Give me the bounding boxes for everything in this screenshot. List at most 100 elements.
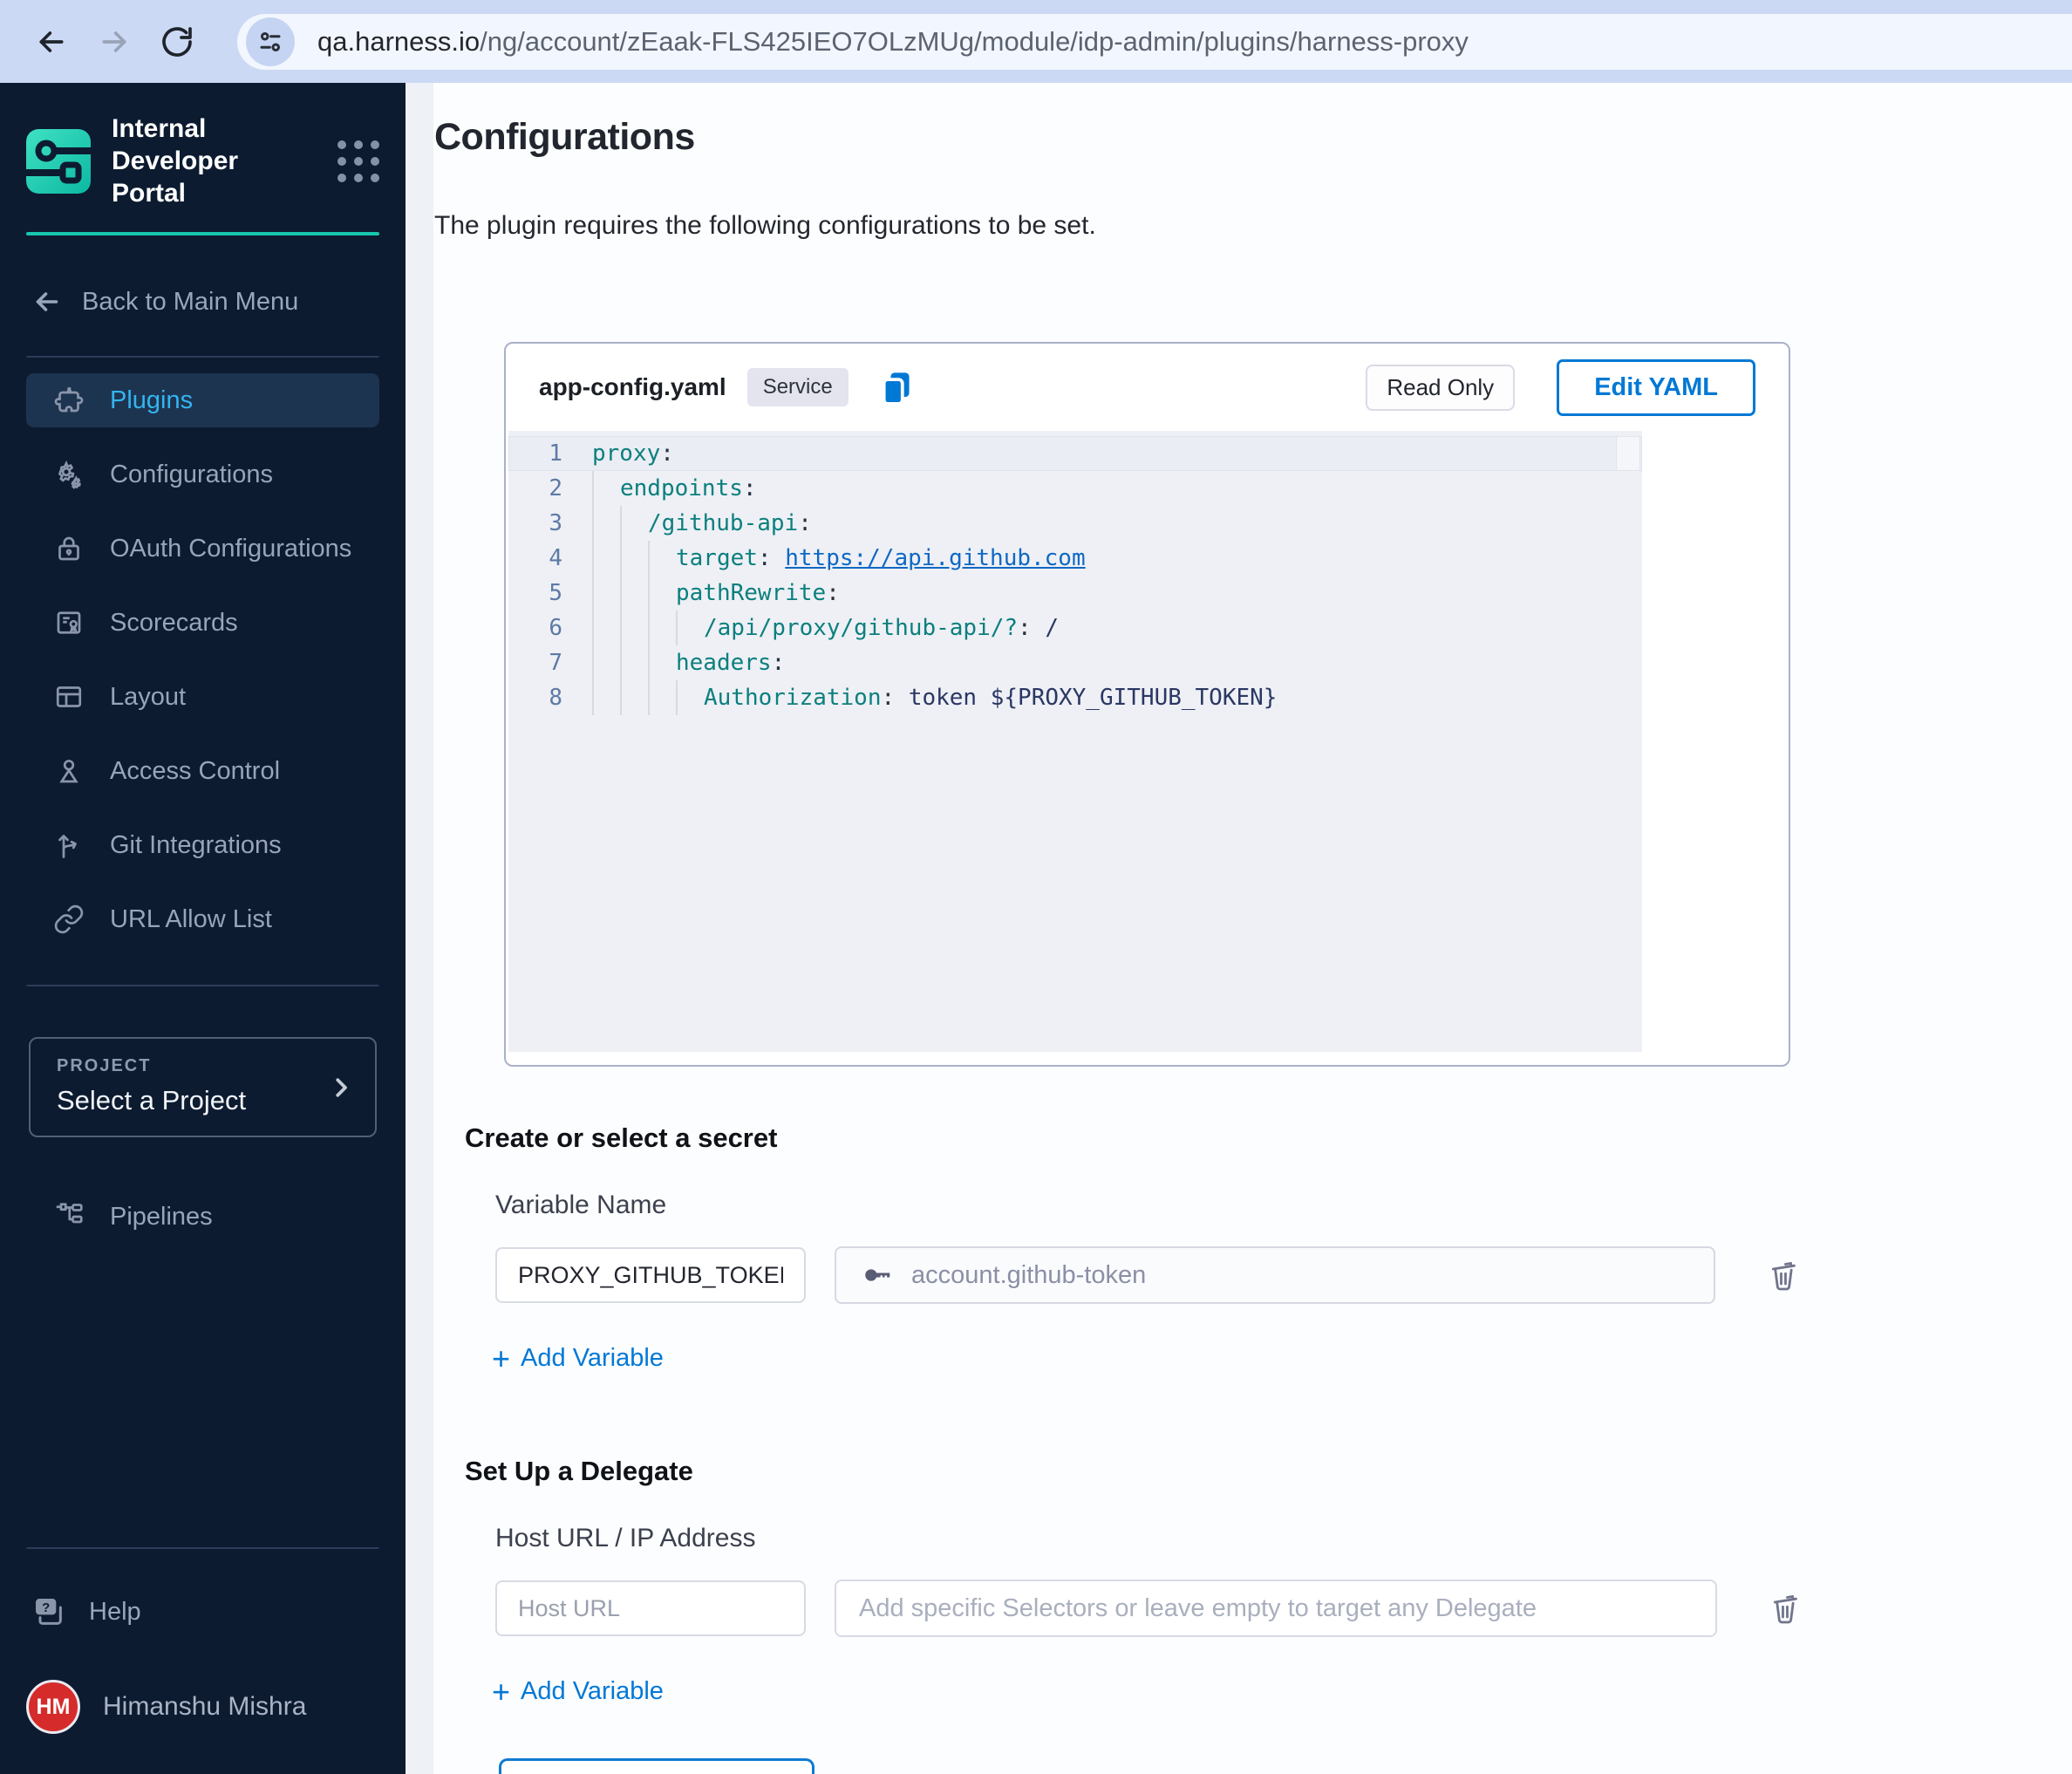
secret-section: Create or select a secret Variable Name … — [434, 1122, 2072, 1376]
help-item[interactable]: ? Help — [31, 1594, 379, 1629]
selectors-input[interactable] — [835, 1580, 1717, 1637]
sidebar-item-scorecards[interactable]: Scorecards — [26, 596, 379, 650]
sidebar-item-label: Scorecards — [110, 608, 238, 637]
main-content: Configurations The plugin requires the f… — [406, 83, 2072, 1774]
sidebar-item-access-control[interactable]: Access Control — [26, 744, 379, 798]
browser-reload-button[interactable] — [157, 22, 197, 62]
sidebar-accent-rule — [26, 232, 379, 235]
project-selector[interactable]: PROJECT Select a Project — [29, 1037, 377, 1137]
page-subtitle: The plugin requires the following config… — [434, 211, 1096, 240]
yaml-editor[interactable]: 1 proxy:2 endpoints:3/github-api:4 target: … — [508, 431, 1642, 1052]
help-label: Help — [89, 1597, 141, 1626]
idp-logo — [26, 128, 91, 194]
secret-section-heading: Create or select a secret — [465, 1122, 778, 1153]
user-name: Himanshu Mishra — [103, 1692, 307, 1721]
back-arrow-icon — [39, 31, 64, 52]
key-icon — [865, 1269, 890, 1281]
sidebar-item-label: URL Allow List — [110, 904, 272, 933]
sidebar: Internal Developer Portal Back to Main M… — [0, 83, 406, 1774]
delete-delegate-button[interactable] — [1768, 1591, 1803, 1626]
project-label: PROJECT — [57, 1056, 152, 1075]
sidebar-item-url-allow-list[interactable]: URL Allow List — [26, 892, 379, 946]
delete-variable-button[interactable] — [1766, 1258, 1801, 1293]
plus-icon: + — [492, 1341, 511, 1376]
sidebar-item-label: Git Integrations — [110, 830, 282, 859]
plus-icon: + — [492, 1674, 511, 1709]
back-to-main-menu-label: Back to Main Menu — [82, 287, 299, 316]
variable-name-label: Variable Name — [495, 1191, 667, 1219]
sidebar-item-label: Configurations — [110, 460, 273, 488]
code-line: 5 pathRewrite: — [508, 576, 1642, 611]
sidebar-item-oauth-configurations[interactable]: OAuth Configurations — [26, 522, 379, 576]
sidebar-item-label: Pipelines — [110, 1202, 213, 1231]
sidebar-item-label: Access Control — [110, 756, 281, 785]
host-url-input[interactable] — [495, 1580, 806, 1636]
reload-icon — [162, 26, 192, 57]
link-icon — [52, 903, 85, 936]
code-line: 3/github-api: — [508, 506, 1642, 541]
service-badge: Service — [746, 368, 849, 406]
yaml-editor-card: app-config.yaml Service Read Only Edit Y… — [504, 342, 1790, 1067]
url-text: qa.harness.io/ng/account/zEaak-FLS425IEO… — [317, 26, 1469, 58]
sidebar-divider — [26, 356, 379, 358]
help-chat-icon: ? — [31, 1594, 66, 1629]
host-url-label: Host URL / IP Address — [495, 1524, 756, 1552]
browser-back-button[interactable] — [31, 22, 72, 62]
delegate-section: Set Up a Delegate Host URL / IP Address … — [434, 1456, 2072, 1709]
module-grid-icon[interactable] — [337, 140, 379, 182]
forward-arrow-icon — [102, 31, 126, 52]
editor-scrollbar-thumb[interactable] — [1616, 436, 1640, 471]
sidebar-item-git-integrations[interactable]: Git Integrations — [26, 818, 379, 872]
sidebar-item-label: Layout — [110, 682, 187, 711]
add-variable-link[interactable]: + Add Variable — [492, 1674, 664, 1709]
save-button-partial[interactable] — [499, 1758, 814, 1774]
secret-value: account.github-token — [911, 1260, 1147, 1289]
code-line: 1 proxy: — [508, 436, 1642, 471]
add-variable-link[interactable]: + Add Variable — [492, 1341, 664, 1376]
content-left-gutter — [406, 83, 433, 1774]
sidebar-divider — [26, 985, 379, 986]
sidebar-item-configurations[interactable]: Configurations — [26, 447, 379, 501]
back-arrow-icon — [36, 292, 58, 311]
sidebar-item-label: OAuth Configurations — [110, 534, 352, 563]
url-path: /ng/account/zEaak-FLS425IEO7OLzMUg/modul… — [480, 25, 1469, 57]
code-line: 8 Authorization: token ${PROXY_GITHUB_TOK… — [508, 680, 1642, 715]
code-line: 7 headers: — [508, 645, 1642, 680]
sidebar-item-label: Plugins — [110, 386, 194, 414]
site-settings-icon[interactable] — [246, 17, 295, 66]
address-bar[interactable]: qa.harness.io/ng/account/zEaak-FLS425IEO… — [237, 13, 2072, 70]
trash-icon — [1773, 1594, 1797, 1624]
layout-icon — [52, 680, 85, 713]
sidebar-divider — [26, 1547, 379, 1549]
code-lines: 1 proxy:2 endpoints:3/github-api:4 target: … — [508, 436, 1642, 715]
url-domain: qa.harness.io — [317, 25, 481, 57]
code-line: 2 endpoints: — [508, 471, 1642, 506]
edit-yaml-button[interactable]: Edit YAML — [1557, 358, 1755, 416]
trash-icon — [1771, 1261, 1796, 1291]
browser-forward-button[interactable] — [94, 22, 134, 62]
variable-name-input[interactable] — [495, 1247, 806, 1303]
secret-select-field[interactable]: account.github-token — [835, 1246, 1715, 1304]
sidebar-item-pipelines[interactable]: Pipelines — [26, 1190, 379, 1244]
puzzle-icon — [52, 384, 85, 417]
gears-icon — [52, 458, 85, 491]
pipelines-icon — [52, 1200, 85, 1233]
user-profile[interactable]: HM Himanshu Mishra — [26, 1680, 379, 1734]
svg-text:?: ? — [42, 1600, 50, 1615]
app-title: Internal Developer Portal — [112, 114, 239, 208]
page-title: Configurations — [434, 116, 695, 158]
lock-icon — [52, 532, 85, 565]
copy-icon[interactable] — [878, 370, 913, 405]
git-branch-icon — [52, 829, 85, 862]
code-line: 4 target: https://api.github.com — [508, 541, 1642, 576]
chevron-right-icon — [336, 1077, 347, 1097]
scorecard-icon — [52, 606, 85, 639]
sidebar-item-layout[interactable]: Layout — [26, 670, 379, 724]
back-to-main-menu[interactable]: Back to Main Menu — [31, 286, 379, 317]
yaml-filename: app-config.yaml — [539, 373, 726, 400]
person-icon — [52, 754, 85, 788]
sidebar-item-plugins[interactable]: Plugins — [26, 373, 379, 427]
project-value: Select a Project — [57, 1085, 247, 1116]
delegate-row — [495, 1580, 2072, 1637]
avatar: HM — [26, 1680, 80, 1734]
